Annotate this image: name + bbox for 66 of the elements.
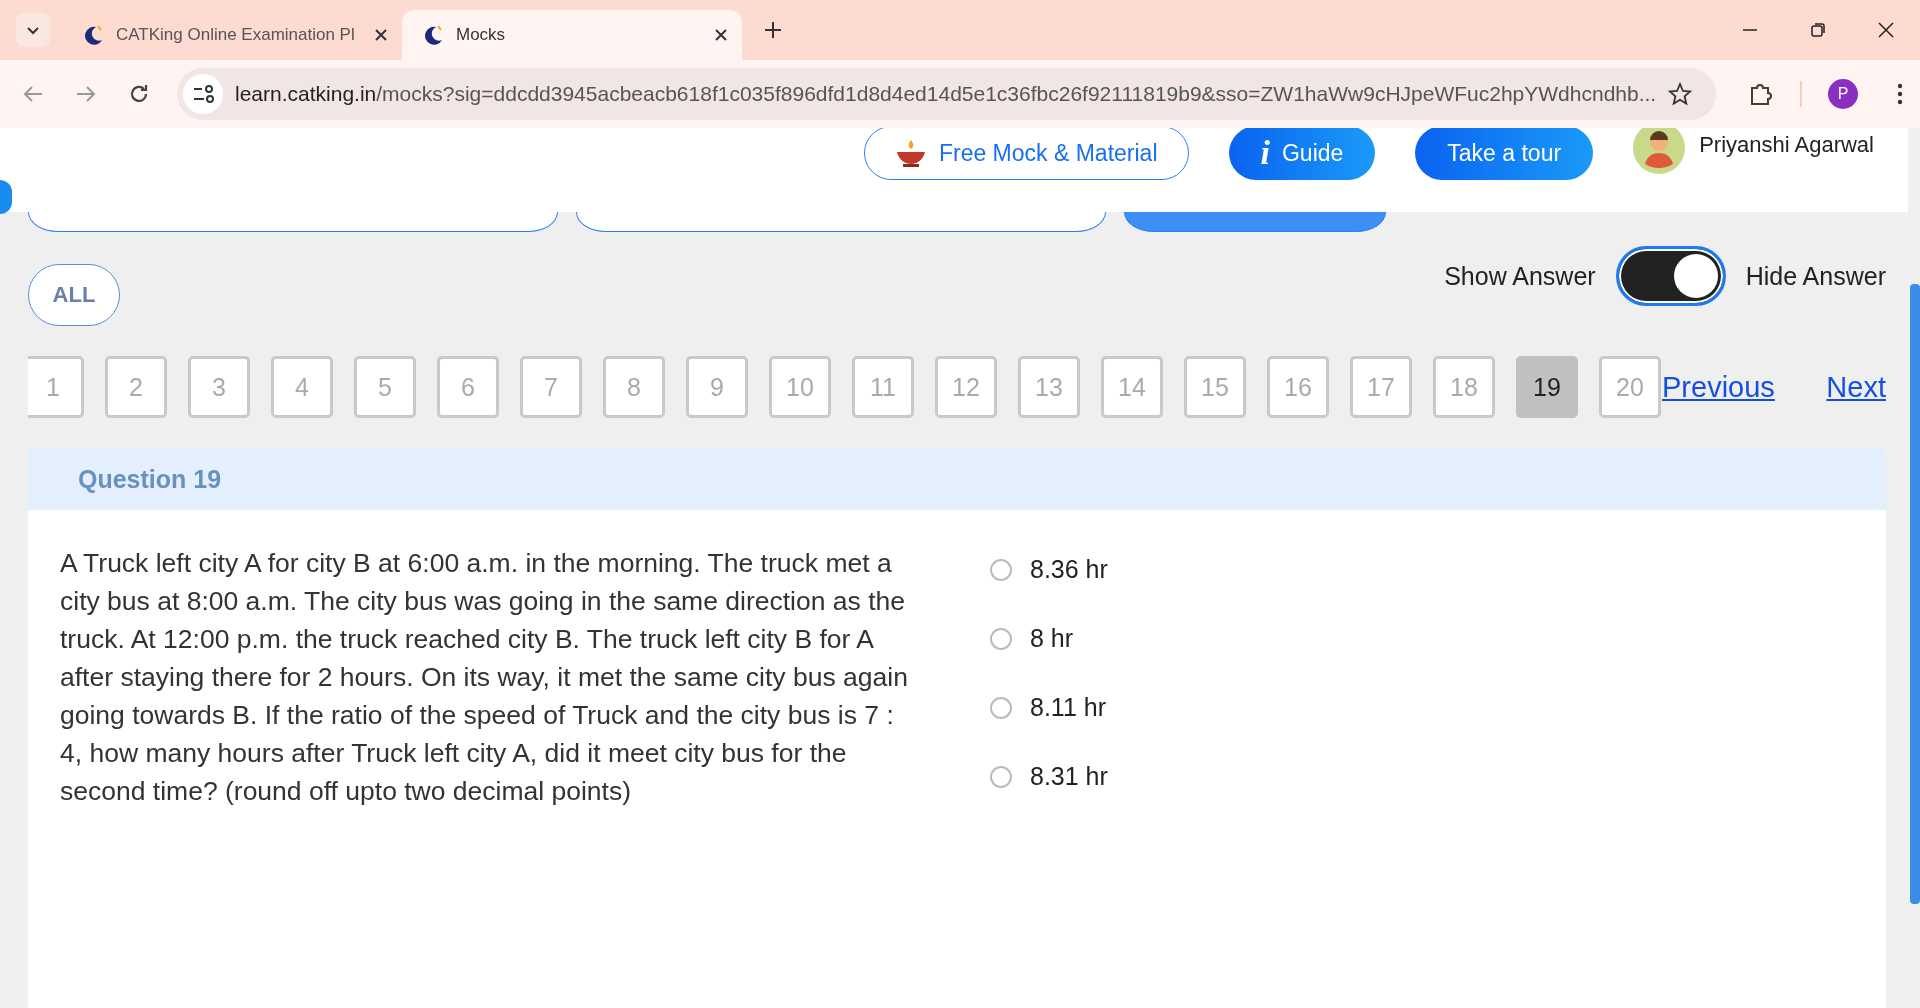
next-link[interactable]: Next bbox=[1826, 370, 1886, 404]
radio-button[interactable] bbox=[990, 627, 1012, 650]
question-number-button[interactable]: 12 bbox=[935, 356, 997, 418]
tour-button[interactable]: Take a tour bbox=[1415, 128, 1594, 180]
question-number-button[interactable]: 10 bbox=[769, 356, 831, 418]
question-number-button[interactable]: 13 bbox=[1018, 356, 1080, 418]
tab-title: CATKing Online Examination Pl bbox=[116, 25, 356, 45]
question-title: Question 19 bbox=[78, 464, 222, 494]
guide-button[interactable]: i Guide bbox=[1228, 128, 1376, 180]
answer-toggle-switch[interactable] bbox=[1615, 246, 1726, 306]
new-tab-icon[interactable] bbox=[764, 21, 782, 39]
close-icon[interactable] bbox=[714, 28, 728, 42]
user-name: Priyanshi Agarwal bbox=[1699, 132, 1874, 158]
crescent-logo-icon bbox=[422, 24, 444, 46]
browser-tab[interactable]: CATKing Online Examination Pl bbox=[62, 10, 402, 60]
free-mock-button[interactable]: Free Mock & Material bbox=[863, 128, 1189, 180]
question-number-button[interactable]: 4 bbox=[271, 356, 333, 418]
crescent-logo-icon bbox=[82, 24, 104, 46]
profile-avatar[interactable]: P bbox=[1828, 79, 1859, 109]
radio-button[interactable] bbox=[990, 765, 1012, 788]
section-tab[interactable] bbox=[28, 212, 558, 232]
question-number-button[interactable]: 19 bbox=[1516, 356, 1578, 418]
all-filter-button[interactable]: ALL bbox=[28, 264, 120, 326]
question-number-button[interactable]: 5 bbox=[354, 356, 416, 418]
browser-tab[interactable]: Mocks bbox=[402, 10, 742, 60]
show-answer-label: Show Answer bbox=[1444, 261, 1596, 291]
option-label: 8 hr bbox=[1030, 624, 1074, 653]
section-tab[interactable] bbox=[1124, 212, 1386, 232]
question-number-button[interactable]: 17 bbox=[1350, 356, 1412, 418]
question-number-button[interactable]: 11 bbox=[852, 356, 914, 418]
question-number-button[interactable]: 9 bbox=[686, 356, 748, 418]
previous-link[interactable]: Previous bbox=[1662, 370, 1775, 404]
oil-lamp-icon bbox=[894, 138, 927, 168]
more-menu-icon[interactable] bbox=[1896, 82, 1905, 106]
puzzle-piece-icon[interactable] bbox=[1748, 81, 1775, 107]
user-avatar-icon bbox=[1633, 128, 1686, 174]
scrollbar-thumb[interactable] bbox=[1910, 284, 1920, 904]
question-number-button[interactable]: 20 bbox=[1599, 356, 1661, 418]
question-number-button[interactable]: 18 bbox=[1433, 356, 1495, 418]
option-label: 8.36 hr bbox=[1030, 555, 1108, 584]
tab-title: Mocks bbox=[456, 25, 507, 45]
question-number-button[interactable]: 6 bbox=[437, 356, 499, 418]
question-number-button[interactable]: 15 bbox=[1184, 356, 1246, 418]
star-icon[interactable] bbox=[1668, 82, 1693, 106]
question-number-button[interactable]: 7 bbox=[520, 356, 582, 418]
site-settings-icon[interactable] bbox=[183, 74, 223, 114]
tab-search-button[interactable] bbox=[16, 13, 50, 47]
option-label: 8.11 hr bbox=[1030, 693, 1106, 722]
radio-button[interactable] bbox=[990, 696, 1012, 719]
hide-answer-label: Hide Answer bbox=[1745, 261, 1886, 291]
question-number-button[interactable]: 2 bbox=[105, 356, 167, 418]
question-number-button[interactable]: 8 bbox=[603, 356, 665, 418]
restore-icon[interactable] bbox=[1810, 22, 1826, 38]
close-icon[interactable] bbox=[1878, 22, 1894, 38]
section-tab[interactable] bbox=[576, 212, 1106, 232]
reload-icon[interactable] bbox=[128, 83, 150, 105]
question-number-button[interactable]: 16 bbox=[1267, 356, 1329, 418]
address-bar[interactable]: learn.catking.in/mocks?sig=ddcdd3945acbeacb618f1c035f896dfd1d8d4ed14d5e1c36fbc26f92111819b9&sso=ZW1haWw9cHJpeWFuc2hpYWdhcndhb... bbox=[177, 68, 1717, 120]
question-number-button[interactable]: 3 bbox=[188, 356, 250, 418]
close-icon[interactable] bbox=[374, 28, 388, 42]
question-number-button[interactable]: 14 bbox=[1101, 356, 1163, 418]
option-label: 8.31 hr bbox=[1030, 762, 1108, 791]
question-text: A Truck left city A for city B at 6:00 a.m. in the morning. The truck met a city bus at 8:00 a.m. The city bus was going in the same direction as the truck. At 12:00 p.m. the truck reached city B. The truck left city B for A after staying there for 2 hours. On its way, it met the same city bus again going towards B. If the ratio of the speed of Truck and the city bus is 7 : 4, how many hours after Truck left city A, did it meet city bus for the second time? (round off upto two decimal points) bbox=[60, 547, 909, 808]
radio-button[interactable] bbox=[990, 558, 1012, 581]
question-number-button[interactable]: 1 bbox=[28, 356, 84, 418]
url-text: learn.catking.in/mocks?sig=ddcdd3945acbeacb618f1c035f896dfd1d8d4ed14d5e1c36fbc26f92111819b9&sso=ZW1haWw9cHJpeWFuc2hpYWdhcndhb... bbox=[235, 82, 1657, 106]
